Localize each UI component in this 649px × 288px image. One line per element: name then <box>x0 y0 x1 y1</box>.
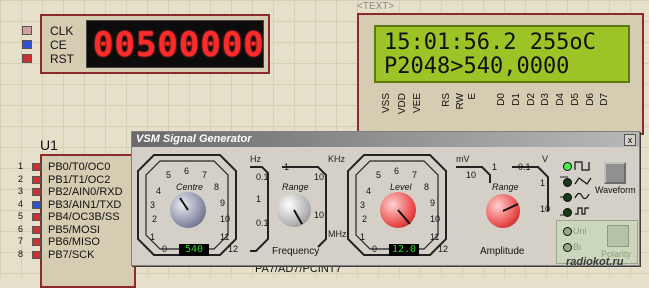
lcd-line-2: P2048>540,0000 <box>384 54 570 79</box>
u1-pin-marker <box>32 175 41 184</box>
square-wave-icon <box>574 161 590 171</box>
u1-pin-label: PB2/AIN0/RXD <box>48 186 123 198</box>
rst-pin-marker <box>22 54 32 63</box>
lcd-pin-d1: D1 <box>511 93 522 106</box>
watermark: radiokot.ru <box>566 256 624 268</box>
lcd-text-tag: <TEXT> <box>357 1 395 12</box>
lcd-pin-rw: RW <box>455 93 466 110</box>
lcd-pin-d6: D6 <box>585 93 596 106</box>
rst-label: RST <box>50 52 74 66</box>
level-readout: 12.0 <box>389 244 419 256</box>
uni-label: Uni <box>573 226 587 236</box>
waveform-label: Waveform <box>595 185 636 195</box>
u1-pin-label: PB7/SCK <box>48 248 95 261</box>
u1-pin-number: 6 <box>18 223 24 234</box>
u1-pin-marker <box>32 238 41 246</box>
lcd-pin-d5: D5 <box>570 93 581 106</box>
counter-value: 00500000 <box>93 25 265 65</box>
lcd-pin-vss: VSS <box>381 93 392 114</box>
u1-pin-label: PB4/OC3B/SS <box>48 211 120 223</box>
triangle-led <box>563 178 572 187</box>
u1-pin-number: 1 <box>18 161 24 171</box>
lcd-screen: 15:01:56.2 255oC P2048>540,0000 <box>374 25 630 83</box>
uni-led <box>563 227 572 236</box>
lcd-pin-d2: D2 <box>526 93 537 106</box>
square-led <box>563 162 572 171</box>
clk-pin-marker <box>22 26 32 35</box>
frequency-caption: Frequency <box>272 246 320 257</box>
lcd-pin-rs: RS <box>441 93 452 107</box>
u1-pin-number: 5 <box>18 211 24 221</box>
sine-led <box>563 193 572 202</box>
u1-title: U1 <box>40 137 58 153</box>
u1-pin-number: 3 <box>18 186 24 196</box>
lcd-line-1: 15:01:56.2 255oC <box>384 30 596 55</box>
u1-pin-label: PB3/AIN1/TXD <box>48 198 122 211</box>
u1-pin-number: 4 <box>18 198 24 209</box>
u1-pin-marker <box>32 213 41 221</box>
triangle-wave-icon <box>574 177 592 185</box>
u1-pin-label: PB5/MOSI <box>48 223 100 236</box>
sine-wave-icon <box>574 192 590 200</box>
counter-module[interactable]: CLK CE RST 00500000 <box>22 14 270 74</box>
u1-pin-number: 7 <box>18 236 24 246</box>
waveform-icons <box>574 161 592 215</box>
u1-pin-number: 8 <box>18 248 24 259</box>
seven-segment-display: 00500000 <box>86 20 264 68</box>
u1-pin-label: PB0/T0/OC0 <box>48 161 111 173</box>
ce-pin-marker <box>22 40 32 49</box>
lcd-pin-vdd: VDD <box>397 93 408 115</box>
u1-pin-label: PB1/T1/OC2 <box>48 173 111 186</box>
signal-generator-window[interactable]: VSM Signal Generator x Hz KHz MHz mV V C… <box>131 131 640 266</box>
bi-label: Bi <box>573 242 582 252</box>
clk-label: CLK <box>50 24 74 38</box>
lcd-pin-d0: D0 <box>496 93 507 106</box>
pulse-led <box>563 208 572 217</box>
amplitude-caption: Amplitude <box>480 246 525 257</box>
u1-pin-marker <box>32 188 41 196</box>
u1-pin-number: 2 <box>18 173 24 184</box>
pulse-wave-icon <box>575 207 589 215</box>
waveform-button[interactable] <box>604 162 626 184</box>
u1-pin-marker <box>32 163 41 171</box>
centre-readout: 540 <box>179 244 209 256</box>
lcd-pin-d3: D3 <box>540 93 551 106</box>
ce-label: CE <box>50 38 67 52</box>
u1-pin-label: PB6/MISO <box>48 236 100 248</box>
lcd-module[interactable]: 15:01:56.2 255oC P2048>540,0000 VSS VDD VE… <box>357 13 644 135</box>
polarity-button[interactable] <box>607 225 629 247</box>
lcd-pin-d4: D4 <box>555 93 566 106</box>
u1-chip[interactable]: 1 PB0/T0/OC0 2 PB1/T1/OC2 3 PB2/AIN0/RXD 4 PB3/… <box>18 154 136 288</box>
u1-pin-marker <box>32 250 41 259</box>
lcd-pin-e: E <box>467 93 478 100</box>
u1-pin-marker <box>32 225 41 234</box>
u1-pin-marker <box>32 200 41 209</box>
lcd-pin-d7: D7 <box>599 93 610 106</box>
lcd-pin-vee: VEE <box>412 93 423 114</box>
bi-led <box>563 243 572 252</box>
